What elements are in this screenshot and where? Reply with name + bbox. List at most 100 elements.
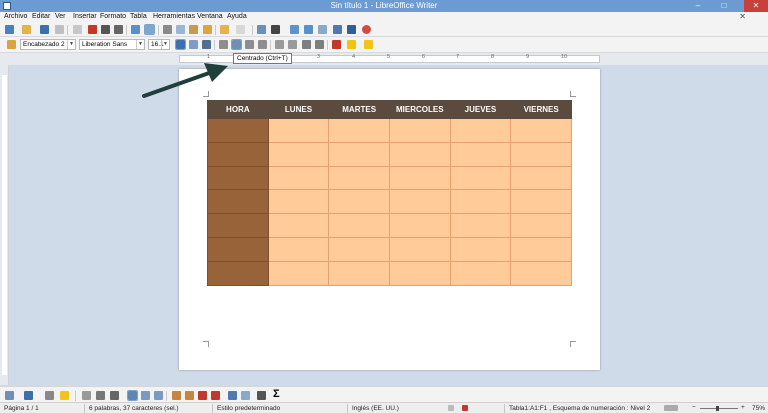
align-top-icon[interactable] (127, 390, 138, 401)
edit-mode-icon[interactable] (73, 25, 82, 34)
vertical-ruler[interactable] (0, 65, 9, 385)
autospell-icon[interactable] (144, 24, 155, 35)
new-icon[interactable] (5, 25, 14, 34)
borders-icon[interactable] (24, 391, 33, 400)
table-cell[interactable] (267, 260, 330, 286)
insert-table-icon[interactable] (5, 391, 14, 400)
header-cell-martes[interactable]: MARTES (328, 100, 390, 119)
menu-ayuda[interactable]: Ayuda (227, 13, 247, 20)
export-pdf-icon[interactable] (88, 25, 97, 34)
font-color-icon[interactable] (332, 40, 341, 49)
table-cell[interactable] (328, 165, 390, 191)
open-icon[interactable] (22, 25, 31, 34)
table-cell[interactable] (510, 260, 572, 286)
chevron-down-icon[interactable]: ▼ (161, 40, 169, 49)
close-document-icon[interactable]: ✕ (739, 12, 746, 21)
hour-cell[interactable] (207, 260, 269, 286)
close-button[interactable]: ✕ (744, 0, 768, 12)
chart-icon[interactable] (304, 25, 313, 34)
table-cell[interactable] (510, 189, 572, 215)
print-icon[interactable] (101, 25, 110, 34)
pilcrow-icon[interactable] (347, 25, 356, 34)
page-indicator[interactable]: Página 1 / 1 (4, 405, 39, 412)
table-cell[interactable] (388, 118, 451, 143)
document-page[interactable]: HORA LUNES MARTES MIERCOLES JUEVES VIERN… (179, 69, 600, 370)
table-cell[interactable] (388, 236, 451, 262)
table-cell[interactable] (510, 141, 572, 167)
justify-icon[interactable] (258, 40, 267, 49)
redo-icon[interactable] (236, 25, 245, 34)
background-color-icon[interactable] (364, 40, 373, 49)
table-cell[interactable] (388, 213, 451, 238)
hour-cell[interactable] (207, 189, 269, 215)
styles-icon[interactable] (7, 40, 16, 49)
merge-cells-icon[interactable] (82, 391, 91, 400)
header-cell-viernes[interactable]: VIERNES (510, 100, 572, 119)
bold-icon[interactable] (175, 39, 186, 50)
word-count[interactable]: 6 palabras, 37 caracteres (sel.) (89, 405, 179, 412)
menu-ventana[interactable]: Ventana (197, 13, 223, 20)
table-properties-icon[interactable] (241, 391, 250, 400)
chevron-down-icon[interactable]: ▼ (67, 40, 75, 49)
table-cell[interactable] (449, 260, 512, 286)
delete-row-icon[interactable] (198, 391, 207, 400)
align-left-icon[interactable] (219, 40, 228, 49)
table-cell[interactable] (510, 213, 572, 238)
header-cell-jueves[interactable]: JUEVES (449, 100, 512, 119)
table-cell[interactable] (328, 118, 390, 143)
zoom-slider-handle[interactable] (716, 406, 719, 411)
maximize-button[interactable]: □ (712, 0, 736, 12)
copy-icon[interactable] (176, 25, 185, 34)
table-cell[interactable] (328, 141, 390, 167)
table-icon[interactable] (271, 25, 280, 34)
hour-cell[interactable] (207, 165, 269, 191)
table-cell[interactable] (449, 118, 512, 143)
spelling-icon[interactable] (131, 25, 140, 34)
table-cell[interactable] (449, 213, 512, 238)
table-cell[interactable] (267, 189, 330, 215)
menu-ver[interactable]: Ver (55, 13, 66, 20)
indent-icon[interactable] (302, 40, 311, 49)
align-right-icon[interactable] (245, 40, 254, 49)
insert-column-icon[interactable] (185, 391, 194, 400)
table-cell[interactable] (510, 165, 572, 191)
table-cell[interactable] (328, 260, 390, 286)
table-cell[interactable] (388, 165, 451, 191)
table-cell[interactable] (510, 118, 572, 143)
table-cell[interactable] (267, 141, 330, 167)
align-middle-icon[interactable] (141, 391, 150, 400)
undo-icon[interactable] (220, 25, 229, 34)
hour-cell[interactable] (207, 236, 269, 262)
textbox-icon[interactable] (318, 25, 327, 34)
menu-insertar[interactable]: Insertar (73, 13, 97, 20)
table-cell[interactable] (510, 236, 572, 262)
table-cell[interactable] (388, 260, 451, 286)
header-cell-lunes[interactable]: LUNES (267, 100, 330, 119)
table-background-icon[interactable] (60, 391, 69, 400)
clone-format-icon[interactable] (203, 25, 212, 34)
menu-tabla[interactable]: Tabla (130, 13, 147, 20)
hour-cell[interactable] (207, 118, 269, 143)
document-modified-icon[interactable] (462, 405, 468, 411)
zoom-level[interactable]: 75% (752, 405, 765, 412)
align-bottom-icon[interactable] (154, 391, 163, 400)
optimize-icon[interactable] (110, 391, 119, 400)
select-table-icon[interactable] (228, 391, 237, 400)
italic-icon[interactable] (189, 40, 198, 49)
header-cell-miercoles[interactable]: MIERCOLES (388, 100, 451, 119)
hour-cell[interactable] (207, 141, 269, 167)
insert-row-icon[interactable] (172, 391, 181, 400)
find-replace-icon[interactable] (257, 25, 266, 34)
hour-cell[interactable] (207, 213, 269, 238)
zoom-in-icon[interactable]: + (741, 404, 745, 411)
table-cell[interactable] (267, 213, 330, 238)
table-cell[interactable] (388, 189, 451, 215)
header-cell-hora[interactable]: HORA (207, 100, 269, 119)
table-cell[interactable] (449, 189, 512, 215)
menu-editar[interactable]: Editar (32, 13, 50, 20)
paragraph-style-select[interactable]: Encabezado 2 ▼ (20, 39, 76, 50)
print-preview-icon[interactable] (114, 25, 123, 34)
menu-formato[interactable]: Formato (100, 13, 126, 20)
cut-icon[interactable] (163, 25, 172, 34)
menu-archivo[interactable]: Archivo (4, 13, 27, 20)
